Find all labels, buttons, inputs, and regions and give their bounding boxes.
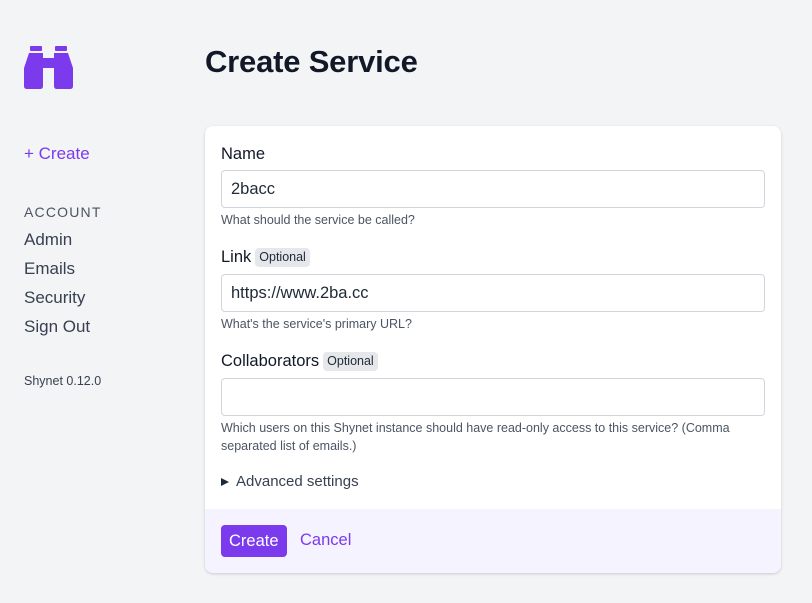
sidebar: + Create ACCOUNT Admin Emails Security S… (0, 0, 190, 603)
nav-item-admin[interactable]: Admin (24, 230, 72, 250)
version-label: Shynet 0.12.0 (24, 374, 102, 388)
link-help-text: What's the service's primary URL? (221, 317, 412, 331)
collaborators-optional-badge: Optional (323, 352, 378, 371)
cancel-button[interactable]: Cancel (300, 531, 351, 550)
account-heading: ACCOUNT (24, 204, 102, 220)
name-label: Name (221, 145, 265, 164)
create-button[interactable]: Create (221, 525, 287, 557)
nav-item-security[interactable]: Security (24, 288, 85, 308)
link-input[interactable] (221, 274, 765, 312)
disclosure-triangle-icon (221, 477, 229, 486)
collaborators-help-text: Which users on this Shynet instance shou… (221, 421, 730, 453)
collaborators-label-text: Collaborators (221, 352, 320, 370)
name-label-text: Name (221, 145, 266, 163)
form-footer: Create Cancel (205, 509, 781, 573)
page-title: Create Service (205, 44, 418, 79)
name-input[interactable] (221, 170, 765, 208)
create-link[interactable]: + Create (24, 144, 90, 164)
create-service-form: Name What should the service be called? … (205, 126, 781, 573)
collaborators-label: Collaborators Optional (221, 352, 378, 371)
nav-item-sign-out[interactable]: Sign Out (24, 317, 90, 337)
link-optional-badge: Optional (255, 248, 310, 267)
binoculars-icon[interactable] (24, 46, 73, 89)
link-label-text: Link (221, 248, 252, 266)
advanced-settings-toggle[interactable]: Advanced settings (221, 473, 359, 490)
name-help-text: What should the service be called? (221, 213, 415, 227)
advanced-settings-label: Advanced settings (236, 473, 359, 490)
link-label: Link Optional (221, 248, 310, 267)
nav-item-emails[interactable]: Emails (24, 259, 75, 279)
collaborators-input[interactable] (221, 378, 765, 416)
